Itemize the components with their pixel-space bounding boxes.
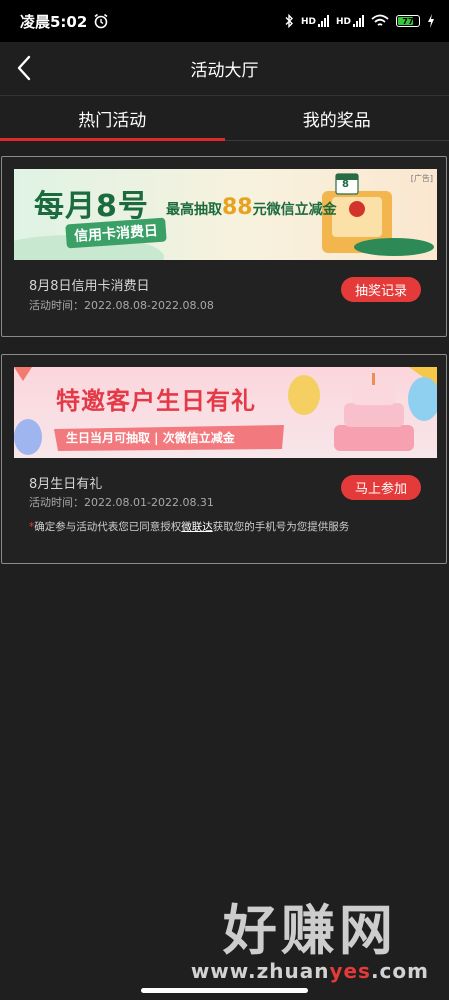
watermark-title: 好赚网 — [222, 898, 397, 962]
banner-headline: 每月8号 — [34, 189, 149, 224]
weilianda-link[interactable]: 微联达 — [181, 521, 213, 533]
signal-icon — [353, 15, 364, 27]
hd-label: HD — [335, 17, 351, 27]
tab-label: 我的奖品 — [302, 110, 371, 131]
charging-icon — [428, 14, 434, 28]
watermark-url: www.zhuanyes.com — [191, 960, 429, 982]
watermark-url-highlight: yes — [329, 959, 371, 983]
banner-promo: 最高抽取88元微信立减金 — [166, 195, 337, 220]
activity-title: 8月生日有礼 — [29, 477, 103, 492]
banner-headline: 特邀客户生日有礼 — [56, 387, 256, 415]
tab-hot-activities[interactable]: 热门活动 — [0, 96, 225, 141]
activity-title: 8月8日信用卡消费日 — [29, 279, 150, 294]
watermark: 好赚网 www.zhuanyes.com — [191, 900, 429, 982]
home-indicator[interactable] — [141, 988, 308, 993]
watermark-url-suffix: .com — [370, 959, 429, 983]
back-button[interactable] — [8, 52, 40, 84]
activity-card[interactable]: 每月8号 信用卡消费日 最高抽取88元微信立减金 8 [广告] 8月8日信用卡消… — [1, 156, 447, 337]
time-label: 活动时间： — [29, 496, 84, 509]
notice-suffix: 获取您的手机号为您提供服务 — [212, 521, 350, 533]
banner-promo-suffix: 元微信立减金 — [252, 202, 337, 218]
bluetooth-icon — [285, 14, 293, 28]
ad-tag: [广告] — [410, 174, 433, 183]
lottery-records-button[interactable]: 抽奖记录 — [341, 277, 421, 302]
time-label: 活动时间： — [29, 299, 84, 312]
notice-prefix: 确定参与活动代表您已同意授权 — [34, 521, 182, 533]
banner-promo-amount: 88 — [222, 195, 253, 220]
time-range: 2022.08.01-2022.08.31 — [84, 496, 214, 509]
watermark-url-prefix: www.zhuan — [190, 959, 330, 983]
hd-label: HD — [300, 17, 316, 27]
activity-time: 活动时间：2022.08.01-2022.08.31 — [29, 494, 214, 510]
battery-level-text: 77 — [402, 16, 414, 26]
time-range: 2022.08.08-2022.08.08 — [84, 299, 214, 312]
banner-promo-prefix: 最高抽取 — [166, 202, 222, 218]
activity-time: 活动时间：2022.08.08-2022.08.08 — [29, 297, 214, 313]
status-time: 凌晨5:02 — [20, 12, 88, 31]
signal-2: HD — [336, 15, 364, 27]
tab-bar: 热门活动 我的奖品 — [0, 95, 449, 141]
chevron-left-icon — [17, 55, 31, 81]
top-bar: 活动大厅 — [0, 42, 449, 94]
page-title: 活动大厅 — [190, 60, 259, 81]
alarm-icon — [94, 13, 108, 29]
tab-label: 热门活动 — [78, 110, 147, 131]
authorization-notice: *确定参与活动代表您已同意授权微联达获取您的手机号为您提供服务 — [29, 519, 349, 534]
banner-calendar-number: 8 — [342, 179, 349, 190]
banner-subheadline: 生日当月可抽取 | 次微信立减金 — [66, 431, 235, 445]
activity-card[interactable]: 特邀客户生日有礼 生日当月可抽取 | 次微信立减金 8月生日有礼 活动时间：20… — [1, 354, 447, 564]
wifi-icon — [371, 14, 389, 26]
signal-1: HD — [301, 15, 329, 27]
battery-icon: 77 — [396, 15, 420, 27]
status-bar: 凌晨5:02 HD HD 77 — [0, 0, 449, 42]
signal-icon — [317, 15, 329, 27]
activity-banner[interactable]: 每月8号 信用卡消费日 最高抽取88元微信立减金 8 [广告] — [14, 169, 437, 260]
join-now-button[interactable]: 马上参加 — [341, 475, 421, 500]
tab-my-prizes[interactable]: 我的奖品 — [225, 96, 449, 140]
activity-banner[interactable]: 特邀客户生日有礼 生日当月可抽取 | 次微信立减金 — [14, 367, 437, 458]
